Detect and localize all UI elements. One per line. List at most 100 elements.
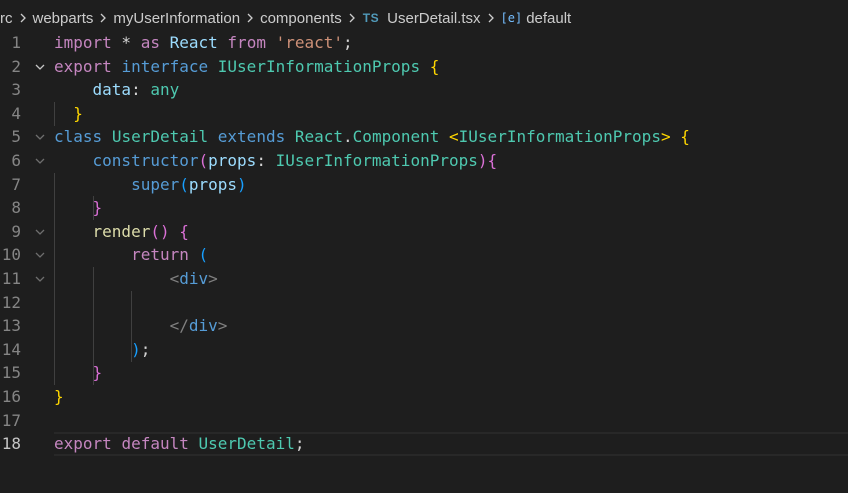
token: import [54, 33, 112, 52]
token: constructor [92, 150, 199, 170]
token: default [121, 434, 189, 454]
chevron-down-icon[interactable] [33, 248, 47, 262]
line-number-row: 6 [0, 149, 54, 173]
line-number-row: 7 [0, 173, 54, 197]
code-line-18-current[interactable]: export default UserDetail; [54, 432, 848, 456]
breadcrumb-item-webparts[interactable]: webparts [33, 10, 94, 27]
code-line-13[interactable]: </div> [54, 314, 848, 338]
code-line-17[interactable] [54, 409, 848, 433]
line-number-row: 16 [0, 385, 54, 409]
token: div [179, 268, 209, 288]
line-number: 2 [11, 56, 21, 76]
token: Component [352, 127, 440, 147]
token: return [131, 245, 189, 265]
token: render [92, 221, 151, 241]
chevron-down-icon[interactable] [33, 130, 47, 144]
line-number: 11 [1, 268, 21, 288]
line-number-row: 15 [0, 361, 54, 385]
code-line-11[interactable]: <div> [54, 267, 848, 291]
line-number: 1 [11, 33, 21, 52]
code-line-6[interactable]: constructor(props: IUserInformationProps… [54, 149, 848, 173]
token: { [487, 150, 498, 170]
breadcrumb-item-src[interactable]: rc [0, 10, 13, 27]
token: } [92, 198, 103, 218]
chevron-right-icon [345, 11, 359, 25]
token: UserDetail [198, 434, 295, 454]
line-number: 10 [1, 245, 21, 265]
line-number: 16 [1, 386, 21, 406]
code-line-4[interactable]: } [54, 102, 848, 126]
code-line-16[interactable]: } [54, 385, 848, 409]
code-line-12[interactable] [54, 291, 848, 315]
token: > [217, 316, 228, 336]
code-line-8[interactable]: } [54, 196, 848, 220]
line-number: 8 [11, 198, 21, 218]
chevron-right-icon [96, 11, 110, 25]
line-number: 14 [1, 339, 21, 359]
line-number-row: 14 [0, 338, 54, 362]
token: ( [179, 174, 189, 194]
token: class [54, 127, 103, 147]
chevron-down-icon[interactable] [33, 272, 47, 286]
line-number-row: 10 [0, 243, 54, 267]
line-number: 6 [11, 150, 21, 170]
token: ; [343, 33, 353, 52]
code-lines[interactable]: import * as React from 'react'; export i… [54, 31, 848, 456]
chevron-down-icon[interactable] [33, 154, 47, 168]
code-line-10[interactable]: return ( [54, 243, 848, 267]
breadcrumb-item-file[interactable]: UserDetail.tsx [387, 10, 480, 27]
typescript-file-icon: TS [362, 11, 380, 25]
code-line-9[interactable]: render() { [54, 220, 848, 244]
token: ) [477, 150, 488, 170]
token: IUserInformationProps [217, 56, 421, 76]
token: } [73, 103, 83, 123]
line-number-row: 1 [0, 31, 54, 55]
token: UserDetail [111, 127, 209, 147]
line-number-row: 2 [0, 55, 54, 79]
code-line-2[interactable]: export interface IUserInformationProps { [54, 55, 848, 79]
breadcrumb-item-myuserinformation[interactable]: myUserInformation [113, 10, 240, 27]
line-number: 18 [1, 434, 21, 454]
token: } [54, 386, 64, 406]
chevron-down-icon[interactable] [33, 225, 47, 239]
code-line-5[interactable]: class UserDetail extends React.Component… [54, 125, 848, 149]
code-line-15[interactable]: } [54, 361, 848, 385]
line-number-row: 8 [0, 196, 54, 220]
token: extends [217, 127, 286, 147]
breadcrumb-item-components[interactable]: components [260, 10, 342, 27]
code-line-3[interactable]: data: any [54, 78, 848, 102]
line-number: 15 [1, 363, 21, 383]
token: < [449, 127, 459, 147]
token: { [179, 221, 189, 241]
code-line-14[interactable]: ); [54, 338, 848, 362]
line-number: 7 [11, 174, 21, 194]
line-number-row: 11 [0, 267, 54, 291]
token: ; [294, 434, 305, 454]
code-line-1[interactable]: import * as React from 'react'; [54, 31, 848, 55]
code-editor[interactable]: rc webparts myUserInformation components… [0, 0, 848, 493]
line-number: 4 [11, 103, 21, 123]
token: ( [198, 245, 209, 265]
token: export [54, 434, 112, 454]
token: < [169, 268, 180, 288]
chevron-down-icon[interactable] [33, 60, 47, 74]
line-number-row: 12 [0, 291, 54, 315]
chevron-right-icon [484, 11, 498, 25]
token: any [150, 80, 180, 100]
token: </ [169, 316, 189, 336]
code-line-7[interactable]: super(props) [54, 173, 848, 197]
line-number: 9 [11, 221, 21, 241]
variable-symbol-icon: [e] [500, 11, 523, 25]
breadcrumb-item-symbol[interactable]: default [526, 10, 571, 27]
token: div [188, 316, 218, 336]
